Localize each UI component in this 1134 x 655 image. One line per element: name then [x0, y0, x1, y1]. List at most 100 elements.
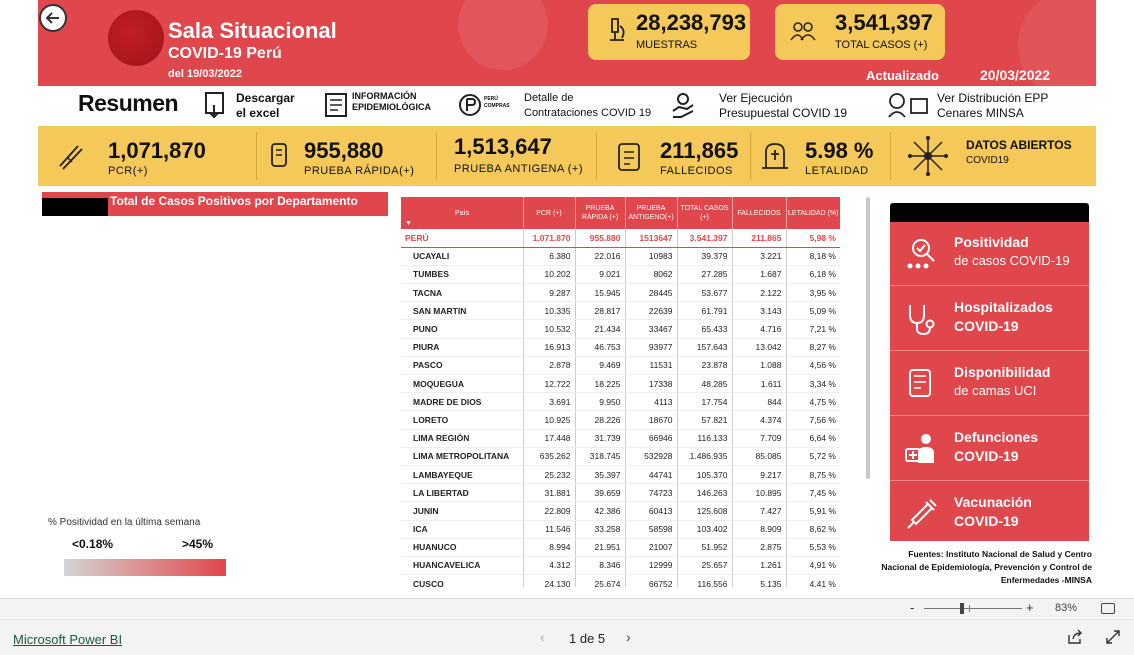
disponibilidad-button[interactable]: Disponibilidad de camas UCI: [890, 352, 1089, 416]
sources-line: Enfermedades -MINSA: [1000, 575, 1092, 585]
prev-page-button[interactable]: ‹: [540, 629, 545, 645]
sources-line: Fuentes: Instituto Nacional de Salud y C…: [908, 549, 1092, 559]
open-data-icon[interactable]: [906, 134, 950, 178]
next-page-button[interactable]: ›: [626, 629, 631, 645]
table-cell-name: UCAYALI: [401, 247, 524, 266]
back-arrow-icon[interactable]: [39, 4, 67, 32]
epidemiology-link[interactable]: INFORMACIÓN EPIDEMIOLÓGICA: [352, 91, 431, 113]
table-row[interactable]: TACNA 9.287 15.945 28445 53.677 2.122 3,95 %: [401, 283, 840, 303]
table-cell: 7,21 %: [786, 319, 840, 339]
vacunacion-button[interactable]: Vacunación COVID-19: [890, 482, 1089, 546]
excel-download-icon[interactable]: [204, 91, 228, 119]
excel-download-link[interactable]: Descargar el excel: [236, 91, 295, 121]
table-header-row: País ▼ PCR (+) PRUEBA RÁPIDA (+) PRUEBA A…: [401, 197, 840, 229]
col-letalidad[interactable]: LETALIDAD (%): [786, 197, 840, 229]
table-cell: 8,18 %: [786, 247, 840, 266]
fit-to-page-icon[interactable]: [1101, 603, 1115, 614]
table-total-row[interactable]: PERÚ 1.071.870 955.880 1513647 3.541.397 211.…: [401, 229, 840, 248]
positividad-button[interactable]: Positividad de casos COVID-19: [890, 222, 1089, 286]
table-cell: 2.122: [732, 283, 787, 303]
col-prueba-rapida[interactable]: PRUEBA RÁPIDA (+): [575, 197, 626, 229]
table-row[interactable]: HUANUCO 8.994 21.951 21007 51.952 2.875 5,53 %: [401, 538, 840, 557]
table-cell: 3.691: [523, 392, 576, 412]
table-cell: 74723: [625, 483, 678, 503]
table-row[interactable]: LA LIBERTAD 31.881 39.659 74723 146.263 10.89…: [401, 483, 840, 503]
peru-compras-icon[interactable]: [458, 91, 482, 119]
table-cell-name: SAN MARTIN: [401, 301, 524, 321]
table-row[interactable]: PUNO 10.532 21.434 33467 65.433 4.716 7,21 %: [401, 319, 840, 339]
table-cell: 844: [732, 392, 787, 412]
cases-table[interactable]: País ▼ PCR (+) PRUEBA RÁPIDA (+) PRUEBA A…: [401, 197, 840, 587]
epidemiology-icon[interactable]: [324, 91, 348, 119]
table-row[interactable]: MOQUEGUA 12.722 18.225 17338 48.285 1.611 3,34…: [401, 374, 840, 394]
fullscreen-icon[interactable]: [1105, 629, 1121, 645]
table-row[interactable]: ICA 11.546 33.258 58598 103.402 8.909 8,62 %: [401, 520, 840, 539]
table-row[interactable]: TUMBES 10.202 9.021 8062 27.285 1.687 6,18 %: [401, 265, 840, 285]
table-scrollbar[interactable]: [866, 197, 870, 479]
col-fallecidos[interactable]: FALLECIDOS: [732, 197, 787, 229]
link-line: Detalle de: [524, 92, 574, 104]
table-row[interactable]: PASCO 2.878 9.469 11531 23.878 1.088 4,56 %: [401, 356, 840, 376]
table-cell: 22.809: [523, 501, 576, 521]
defunciones-button[interactable]: Defunciones COVID-19: [890, 417, 1089, 481]
share-icon[interactable]: [1067, 629, 1083, 645]
table-cell: 105.370: [677, 465, 733, 485]
table-cell: 12.722: [523, 374, 576, 394]
page-subtitle: COVID-19 Perú: [168, 45, 282, 62]
link-line: Contrataciones COVID 19: [524, 107, 652, 119]
table-row[interactable]: HUANCAVELICA 4.312 8.346 12999 25.657 1.261 4,…: [401, 556, 840, 576]
table-row[interactable]: UCAYALI 6.380 22.016 10983 39.379 3.221 8,18 %: [401, 247, 840, 266]
hand-money-icon[interactable]: [671, 91, 695, 119]
table-cell: 39.659: [575, 483, 626, 503]
table-row[interactable]: LORETO 10.925 28.226 18670 57.821 4.374 7,56 %: [401, 410, 840, 430]
table-row[interactable]: JUNIN 22.809 42.386 60413 125.608 7.427 5,91 %: [401, 501, 840, 521]
table-cell: 27.285: [677, 265, 733, 285]
ejecucion-link[interactable]: Ver Ejecución Presupuestal COVID 19: [719, 91, 847, 121]
col-total-casos[interactable]: TOTAL CASOS (+): [677, 197, 733, 229]
table-row[interactable]: LAMBAYEQUE 25.232 35.397 44741 105.370 9.217 8…: [401, 465, 840, 485]
letalidad-value: 5.98 %: [805, 138, 874, 163]
col-pais[interactable]: País ▼: [401, 197, 524, 229]
kpi-muestras: 28,238,793 MUESTRAS: [588, 4, 750, 60]
col-pcr[interactable]: PCR (+): [523, 197, 576, 229]
positivity-legend-min: <0.18%: [72, 537, 114, 551]
tombstone-icon: [762, 143, 788, 169]
table-cell: 5.135: [732, 574, 787, 587]
table-cell: 10.925: [523, 410, 576, 430]
table-cell: 23.878: [677, 356, 733, 376]
table-row[interactable]: SAN MARTIN 10.335 28.817 22639 61.791 3.143 5,…: [401, 301, 840, 321]
table-cell: 28.817: [575, 301, 626, 321]
zoom-slider-track[interactable]: [924, 608, 1022, 609]
peru-compras-label: PERÚ COMPRAS: [484, 96, 510, 109]
hospitalizados-button[interactable]: Hospitalizados COVID-19: [890, 287, 1089, 351]
powerbi-link[interactable]: Microsoft Power BI: [13, 632, 122, 647]
zoom-in-button[interactable]: +: [1026, 600, 1034, 615]
table-row[interactable]: CUSCO 24.130 25.674 66752 116.556 5.135 4,41 %: [401, 574, 840, 587]
zoom-bar: - + 83%: [0, 598, 1134, 618]
sort-caret-icon[interactable]: ▼: [405, 219, 412, 228]
table-row[interactable]: LIMA REGIÓN 17.448 31.739 66946 116.133 7.709…: [401, 429, 840, 448]
col-prueba-antigeno[interactable]: PRUEBA ANTIGENO(+): [625, 197, 678, 229]
rp-subtitle: de camas UCI: [954, 383, 1037, 398]
epp-link[interactable]: Ver Distribución EPP Cenares MINSA: [937, 91, 1048, 121]
kpi-label: MUESTRAS: [636, 39, 698, 51]
table-row[interactable]: MADRE DE DIOS 3.691 9.950 4113 17.754 844 4,75…: [401, 392, 840, 412]
zoom-slider-thumb[interactable]: [960, 603, 964, 614]
table-cell: 9.217: [732, 465, 787, 485]
table-cell: 10983: [625, 247, 678, 266]
table-cell: 39.379: [677, 247, 733, 266]
table-cell: 11.546: [523, 520, 576, 539]
zoom-out-button[interactable]: -: [910, 600, 914, 615]
table-row[interactable]: PIURA 16.913 46.753 93977 157.643 13.042 8,27 …: [401, 338, 840, 357]
table-row[interactable]: LIMA METROPOLITANA 635.262 318.745 532928 1.…: [401, 447, 840, 466]
table-cell: 9.287: [523, 283, 576, 303]
virus-logo-icon: [108, 10, 164, 66]
contrataciones-link[interactable]: Detalle de Contrataciones COVID 19: [524, 91, 651, 121]
table-cell: 13.042: [732, 338, 787, 357]
table-cell-name: CUSCO: [401, 574, 524, 587]
table-cell: 66946: [625, 429, 678, 448]
epp-icon[interactable]: [885, 91, 931, 119]
prueba-rapida-label: PRUEBA RÁPIDA(+): [304, 165, 415, 177]
datos-abiertos-link[interactable]: DATOS ABIERTOS: [966, 138, 1072, 152]
table-cell: 85.085: [732, 447, 787, 466]
